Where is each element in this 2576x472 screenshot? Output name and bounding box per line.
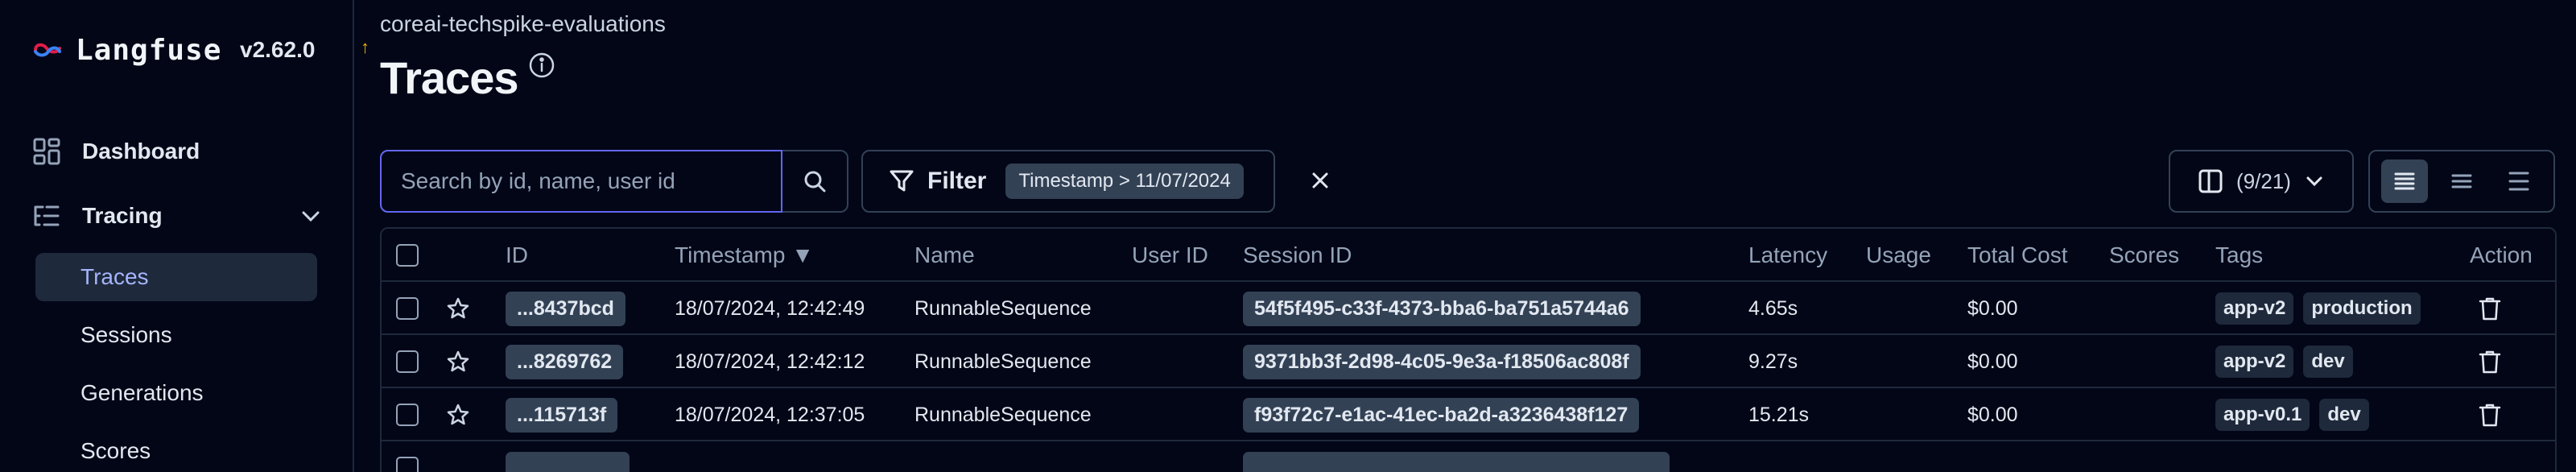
trace-id[interactable] <box>506 452 630 472</box>
density-wide-button[interactable] <box>2496 159 2542 203</box>
filter-chip[interactable]: Timestamp > 11/07/2024 <box>1005 164 1244 199</box>
brand[interactable]: Langfuse v2.62.0 ↑ <box>32 32 369 68</box>
filter-label: Filter <box>927 168 987 194</box>
info-icon[interactable] <box>528 52 555 79</box>
table-row[interactable]: ...115713f 18/07/2024, 12:37:05 Runnable… <box>382 388 2555 441</box>
timestamp: 18/07/2024, 12:42:49 <box>675 296 865 320</box>
tag: app-v2 <box>2215 292 2294 325</box>
column-latency[interactable]: Latency <box>1748 229 1827 282</box>
page-title: Traces <box>380 52 518 103</box>
tag: dev <box>2303 346 2353 378</box>
columns-icon <box>2198 169 2223 193</box>
delete-button[interactable] <box>2478 335 2502 388</box>
timestamp: 18/07/2024, 12:37:05 <box>675 403 865 426</box>
column-user-id[interactable]: User ID <box>1132 229 1208 282</box>
session-id[interactable] <box>1243 452 1670 472</box>
density-compact-button[interactable] <box>2381 159 2429 203</box>
trash-icon <box>2479 404 2501 427</box>
filter-icon <box>890 170 914 192</box>
star-icon[interactable] <box>446 335 470 388</box>
column-action[interactable]: Action <box>2470 229 2533 282</box>
sidebar-item-label: Tracing <box>82 203 163 228</box>
sidebar-item-tracing[interactable]: Tracing <box>32 192 322 240</box>
search-bar <box>380 150 848 213</box>
row-checkbox[interactable] <box>396 388 419 441</box>
star-icon[interactable] <box>446 388 470 441</box>
total-cost: $0.00 <box>1967 403 2018 426</box>
latency: 9.27s <box>1748 350 1798 373</box>
column-session-id[interactable]: Session ID <box>1243 229 1352 282</box>
align-justify-icon <box>2394 172 2415 190</box>
star-icon[interactable] <box>446 282 470 335</box>
update-arrow-icon[interactable]: ↑ <box>361 37 369 58</box>
menu-icon <box>2451 174 2472 188</box>
trace-id[interactable]: ...8269762 <box>506 344 624 379</box>
session-id[interactable]: 9371bb3f-2d98-4c05-9e3a-f18506ac808f <box>1243 344 1641 379</box>
sidebar-item-sessions[interactable]: Sessions <box>35 311 317 359</box>
sidebar-item-scores[interactable]: Scores <box>35 427 317 472</box>
trace-name: RunnableSequence <box>914 296 1092 320</box>
close-icon[interactable] <box>1306 166 1335 195</box>
column-timestamp[interactable]: Timestamp ▼ <box>675 229 814 282</box>
traces-table: ID Timestamp ▼ Name User ID Session ID L… <box>380 227 2557 472</box>
table-row[interactable]: ...8269762 18/07/2024, 12:42:12 Runnable… <box>382 335 2555 388</box>
row-density-toggle <box>2368 150 2555 213</box>
trash-icon <box>2479 297 2501 321</box>
trace-id[interactable]: ...8437bcd <box>506 291 625 326</box>
column-tags[interactable]: Tags <box>2215 229 2263 282</box>
latency: 15.21s <box>1748 403 1810 426</box>
sidebar-item-label: Dashboard <box>82 139 200 164</box>
tag: app-v0.1 <box>2215 399 2310 431</box>
sidebar: Langfuse v2.62.0 ↑ Dashboard Tracing Tra… <box>0 0 369 472</box>
tag: dev <box>2319 399 2369 431</box>
brand-name: Langfuse <box>76 33 222 67</box>
column-name[interactable]: Name <box>914 229 975 282</box>
session-id[interactable]: 54f5f495-c33f-4373-bba6-ba751a5744a6 <box>1243 291 1641 326</box>
langfuse-logo-icon <box>34 43 61 57</box>
search-input[interactable] <box>380 150 782 213</box>
trash-icon <box>2479 350 2501 374</box>
column-usage[interactable]: Usage <box>1866 229 1931 282</box>
search-button[interactable] <box>782 151 847 211</box>
column-id[interactable]: ID <box>506 229 528 282</box>
search-icon <box>804 171 826 193</box>
trace-name: RunnableSequence <box>914 403 1092 426</box>
select-all-checkbox[interactable] <box>396 229 419 282</box>
trace-id[interactable]: ...115713f <box>506 397 618 433</box>
delete-button[interactable] <box>2478 388 2502 441</box>
trace-name: RunnableSequence <box>914 350 1092 373</box>
sidebar-item-traces[interactable]: Traces <box>35 253 317 301</box>
latency: 4.65s <box>1748 296 1798 320</box>
spacing-icon <box>2508 172 2529 191</box>
columns-button[interactable]: (9/21) <box>2169 150 2354 213</box>
tracing-icon <box>32 201 61 230</box>
filter-button[interactable]: Filter Timestamp > 11/07/2024 <box>861 150 1275 213</box>
timestamp: 18/07/2024, 12:42:12 <box>675 350 865 373</box>
density-medium-button[interactable] <box>2438 159 2485 203</box>
table-row[interactable] <box>382 441 2555 472</box>
dashboard-icon <box>32 137 61 166</box>
row-checkbox[interactable] <box>396 335 419 388</box>
column-total-cost[interactable]: Total Cost <box>1967 229 2068 282</box>
session-id[interactable]: f93f72c7-e1ac-41ec-ba2d-a3236438f127 <box>1243 397 1640 433</box>
column-scores[interactable]: Scores <box>2109 229 2179 282</box>
delete-button[interactable] <box>2478 282 2502 335</box>
sidebar-item-dashboard[interactable]: Dashboard <box>32 127 322 176</box>
project-breadcrumb[interactable]: coreai-techspike-evaluations <box>380 11 666 37</box>
columns-count: (9/21) <box>2236 168 2291 193</box>
version-label[interactable]: v2.62.0 <box>240 37 315 63</box>
row-checkbox[interactable] <box>396 282 419 335</box>
chevron-down-icon <box>2306 176 2322 187</box>
row-checkbox[interactable] <box>396 441 419 472</box>
chevron-down-icon[interactable] <box>299 205 322 227</box>
tag: app-v2 <box>2215 346 2294 378</box>
sidebar-item-generations[interactable]: Generations <box>35 369 317 417</box>
total-cost: $0.00 <box>1967 296 2018 320</box>
tag: production <box>2303 292 2421 325</box>
total-cost: $0.00 <box>1967 350 2018 373</box>
table-row[interactable]: ...8437bcd 18/07/2024, 12:42:49 Runnable… <box>382 282 2555 335</box>
table-header: ID Timestamp ▼ Name User ID Session ID L… <box>382 229 2555 282</box>
